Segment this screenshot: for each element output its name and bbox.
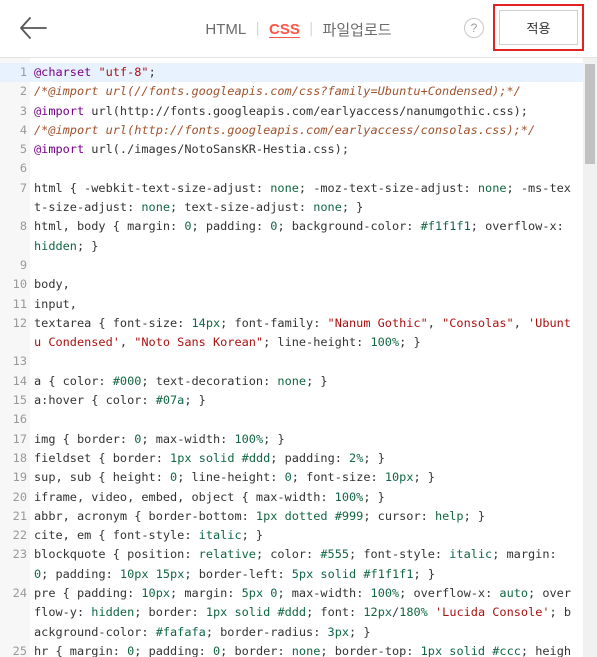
code-text[interactable]: textarea { font-size: 14px; font-family:… [30,314,583,353]
line-number: 19 [12,470,27,485]
code-text[interactable]: cite, em { font-style: italic; } [30,526,583,545]
line-number: 9 [19,257,27,272]
code-text[interactable]: /*@import url(//fonts.googleapis.com/css… [30,82,583,101]
line-number: 16 [12,412,27,427]
line-number: 13 [12,354,27,369]
line-number: 17 [12,431,27,446]
code-line[interactable]: 12 textarea { font-size: 14px; font-famil… [0,314,583,353]
code-text[interactable] [30,410,583,429]
code-line[interactable]: 10 body, [0,275,583,294]
line-number: 15 [12,393,27,408]
line-number: 14 [12,373,27,388]
code-line[interactable]: 9 [0,256,583,275]
code-line[interactable]: 21 abbr, acronym { border-bottom: 1px dot… [0,507,583,526]
line-number: 8 [19,219,27,234]
code-line[interactable]: 17 img { border: 0; max-width: 100%; } [0,430,583,449]
line-number: 4 [19,122,27,137]
line-number: 18 [12,450,27,465]
line-number: 25 [12,643,27,657]
code-text[interactable]: blockquote { position: relative; color: … [30,545,583,584]
code-text[interactable]: fieldset { border: 1px solid #ddd; paddi… [30,449,583,468]
code-text[interactable] [30,159,583,178]
code-text[interactable]: hr { margin: 0; padding: 0; border: none… [30,642,583,657]
code-text[interactable] [30,256,583,275]
code-text[interactable]: img { border: 0; max-width: 100%; } [30,430,583,449]
code-text[interactable]: a:hover { color: #07a; } [30,391,583,410]
line-number: 22 [12,528,27,543]
code-line[interactable]: 19 sup, sub { height: 0; line-height: 0; … [0,468,583,487]
code-line[interactable]: 1 @charset "utf-8"; [0,63,583,83]
line-number: 12 [12,315,27,330]
line-number: 21 [12,508,27,523]
back-arrow-icon[interactable] [18,14,50,42]
help-icon[interactable]: ? [464,18,484,38]
code-line[interactable]: 20 iframe, video, embed, object { max-wid… [0,488,583,507]
line-number: 11 [12,296,27,311]
code-line[interactable]: 15 a:hover { color: #07a; } [0,391,583,410]
code-text[interactable]: @import url(http://fonts.googleapis.com/… [30,102,583,121]
tab-divider: | [255,21,260,37]
code-line[interactable]: 14 a { color: #000; text-decoration: none… [0,372,583,391]
code-line[interactable]: 24 pre { padding: 10px; margin: 5px 0; ma… [0,584,583,642]
line-number: 2 [19,84,27,99]
code-text[interactable]: /*@import url(http://fonts.googleapis.co… [30,121,583,140]
code-text[interactable]: html, body { margin: 0; padding: 0; back… [30,217,583,256]
code-text[interactable]: a { color: #000; text-decoration: none; … [30,372,583,391]
code-text[interactable]: sup, sub { height: 0; line-height: 0; fo… [30,468,583,487]
code-line[interactable]: 23 blockquote { position: relative; color… [0,545,583,584]
code-line[interactable]: 18 fieldset { border: 1px solid #ddd; pad… [0,449,583,468]
code-line[interactable]: 11 input, [0,295,583,314]
code-text[interactable]: pre { padding: 10px; margin: 5px 0; max-… [30,584,583,642]
tab-html[interactable]: HTML [203,21,248,38]
code-text[interactable]: iframe, video, embed, object { max-width… [30,488,583,507]
line-number: 20 [12,489,27,504]
code-line[interactable]: 3 @import url(http://fonts.googleapis.com… [0,102,583,121]
code-line[interactable]: 22 cite, em { font-style: italic; } [0,526,583,545]
vertical-scrollbar[interactable] [583,58,597,657]
code-line[interactable]: 8 html, body { margin: 0; padding: 0; bac… [0,217,583,256]
code-text[interactable]: abbr, acronym { border-bottom: 1px dotte… [30,507,583,526]
scrollbar-thumb[interactable] [585,64,595,164]
code-text[interactable]: input, [30,295,583,314]
code-area[interactable]: 1 @charset "utf-8"; 2/*@import url(//fonts… [0,63,583,657]
code-line[interactable]: 5 @import url(./images/NotoSansKR-Hestia.… [0,140,583,159]
code-line[interactable]: 7 html { -webkit-text-size-adjust: none; … [0,179,583,218]
code-line[interactable]: 4/*@import url(http://fonts.googleapis.c… [0,121,583,140]
code-text[interactable]: @charset "utf-8"; [30,63,583,82]
top-bar: HTML | CSS | 파일업로드 ? 적용 [0,0,597,58]
code-text[interactable]: html { -webkit-text-size-adjust: none; -… [30,179,583,218]
code-line[interactable]: 25 hr { margin: 0; padding: 0; border: no… [0,642,583,657]
code-line[interactable]: 6 [0,159,583,178]
line-number: 1 [19,65,27,79]
line-number: 5 [19,142,27,157]
tab-css[interactable]: CSS [267,21,302,38]
code-line[interactable]: 13 [0,352,583,371]
code-text[interactable]: body, [30,275,583,294]
css-code-editor[interactable]: 1 @charset "utf-8"; 2/*@import url(//fonts… [0,58,597,657]
code-text[interactable]: @import url(./images/NotoSansKR-Hestia.c… [30,140,583,159]
apply-button-highlight: 적용 [493,4,584,51]
tab-file-upload[interactable]: 파일업로드 [321,19,394,40]
line-number: 3 [19,103,27,118]
code-line[interactable]: 16 [0,410,583,429]
line-number: 7 [19,180,27,195]
code-line[interactable]: 2/*@import url(//fonts.googleapis.com/cs… [0,82,583,101]
code-text[interactable] [30,352,583,371]
line-number: 24 [12,586,27,601]
apply-button[interactable]: 적용 [499,10,578,45]
tab-divider: | [308,21,314,37]
line-number: 23 [12,547,27,562]
line-number: 10 [12,277,27,292]
line-number: 6 [19,161,27,176]
